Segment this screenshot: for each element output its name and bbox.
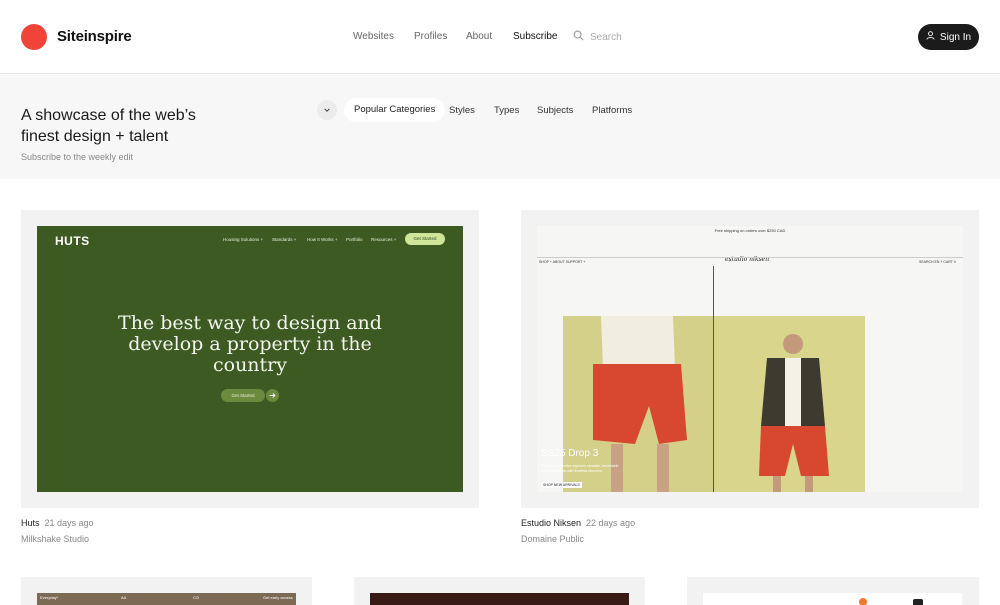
preview-nav-item: Resources +	[371, 237, 397, 242]
sign-in-label: Sign In	[939, 31, 972, 43]
site-preview: Everyday* AA CO Get early access	[37, 593, 296, 605]
sign-in-button[interactable]: Sign In	[918, 24, 979, 50]
preview-nav-item: Housing Solutions +	[223, 237, 264, 242]
card-title[interactable]: Estudio Niksen	[521, 518, 581, 528]
card-title[interactable]: Huts	[21, 518, 40, 528]
preview-text: CO	[193, 595, 199, 600]
card-studio[interactable]: Milkshake Studio	[21, 534, 89, 544]
site-preview-huts[interactable]: HUTS Housing Solutions + Standards + How…	[37, 226, 463, 492]
site-header: Siteinspire Websites Profiles About Subs…	[0, 0, 1000, 74]
tab-popular-categories[interactable]: Popular Categories	[344, 98, 446, 122]
nav-websites[interactable]: Websites	[353, 31, 394, 42]
categories-toggle-button[interactable]	[317, 100, 337, 120]
chevron-down-icon	[323, 101, 331, 119]
preview-text: AA	[121, 595, 127, 600]
site-card[interactable]	[687, 577, 979, 605]
site-card[interactable]: Everyday* AA CO Get early access	[21, 577, 312, 605]
search-input[interactable]	[590, 31, 670, 43]
card-studio[interactable]: Domaine Public	[521, 534, 584, 544]
preview-headline: The best way to design and develop a pro…	[118, 312, 382, 376]
subscribe-link[interactable]: Subscribe to the weekly edit	[21, 152, 133, 162]
arrow-right-icon	[266, 389, 279, 402]
preview-shop-button: SHOP NEW ARRIVALS	[541, 482, 582, 488]
app-icon	[913, 599, 923, 605]
nav-subscribe[interactable]: Subscribe	[513, 31, 557, 42]
preview-cta: Get Started	[405, 233, 445, 245]
preview-shipping-banner: Free shipping on orders over $250 CAD	[714, 228, 786, 233]
search-icon[interactable]	[573, 30, 584, 44]
brand-name[interactable]: Siteinspire	[57, 28, 132, 45]
user-icon	[926, 31, 935, 43]
tab-subjects[interactable]: Subjects	[537, 105, 573, 116]
site-card[interactable]	[354, 577, 645, 605]
preview-button: Get Started	[221, 389, 265, 402]
nav-about[interactable]: About	[466, 31, 492, 42]
nav-profiles[interactable]: Profiles	[414, 31, 447, 42]
preview-nav-item: Standards +	[272, 237, 297, 242]
preview-nav-right: SEARCH EN + CART 0	[919, 260, 956, 264]
card-title-row: Huts 21 days ago	[21, 518, 94, 528]
preview-text: Get early access	[263, 595, 293, 600]
card-title-row: Estudio Niksen 22 days ago	[521, 518, 635, 528]
tab-platforms[interactable]: Platforms	[592, 105, 632, 116]
divider	[537, 257, 963, 258]
preview-nav-left: SHOP + ABOUT SUPPORT +	[539, 260, 586, 264]
preview-text: Everyday*	[40, 595, 59, 600]
orange-dot-icon	[859, 598, 867, 605]
tab-styles[interactable]: Styles	[449, 105, 475, 116]
site-preview	[370, 593, 629, 605]
brand-logo-icon[interactable]	[21, 24, 47, 50]
preview-drop-title: SS25 Drop 3	[541, 448, 599, 459]
site-preview-estudio-niksen[interactable]: Free shipping on orders over $250 CAD SH…	[537, 226, 963, 492]
preview-description: Our latest collection explores versatile…	[541, 464, 619, 473]
divider	[713, 266, 714, 492]
preview-nav-item: Portfolio	[346, 237, 363, 242]
card-date: 21 days ago	[44, 518, 94, 528]
hero-title: A showcase of the web’s finest design + …	[21, 107, 196, 145]
preview-nav-item: How It Works +	[307, 237, 338, 242]
tab-types[interactable]: Types	[494, 105, 519, 116]
site-preview	[703, 593, 962, 605]
card-date: 22 days ago	[586, 518, 636, 528]
search-box	[573, 30, 670, 44]
preview-logo: HUTS	[55, 234, 90, 248]
hero-band: A showcase of the web’s finest design + …	[0, 75, 1000, 179]
